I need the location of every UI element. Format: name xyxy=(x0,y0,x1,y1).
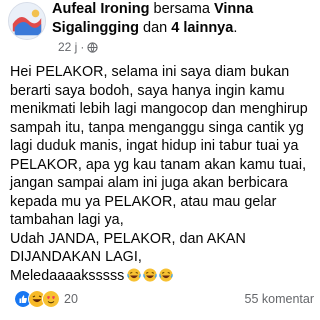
post-meta: 22 j · xyxy=(58,40,98,54)
header-period: . xyxy=(233,20,238,36)
body-emoji-row xyxy=(127,267,174,282)
post-body-text: Hei PELAKOR, selama ini saya diam bukan … xyxy=(10,64,308,284)
post-header: Aufeal Ironing bersama Vinna Sigalinggin… xyxy=(52,0,314,38)
globe-icon[interactable] xyxy=(87,41,98,53)
love-icon xyxy=(42,290,60,308)
meta-separator: · xyxy=(80,40,85,54)
reaction-summary[interactable]: 20 xyxy=(14,290,78,308)
comment-count-link[interactable]: 55 komentar xyxy=(245,292,314,306)
others-link[interactable]: 4 lainnya xyxy=(171,20,233,36)
reaction-count: 20 xyxy=(64,292,78,306)
facebook-post: Aufeal Ironing bersama Vinna Sigalinggin… xyxy=(0,0,320,320)
laughing-emoji-icon xyxy=(143,267,158,282)
post-footer: 20 55 komentar xyxy=(0,290,320,310)
author-avatar[interactable] xyxy=(8,2,46,40)
and-connector: dan xyxy=(139,20,172,36)
laughing-emoji-icon xyxy=(159,267,174,282)
with-connector: bersama xyxy=(149,1,214,17)
post-body: Hei PELAKOR, selama ini saya diam bukan … xyxy=(10,63,314,285)
author-name[interactable]: Aufeal Ironing xyxy=(52,1,149,17)
avatar-image-icon xyxy=(9,3,45,39)
post-timestamp[interactable]: 22 j xyxy=(58,40,77,54)
laughing-emoji-icon xyxy=(127,267,142,282)
